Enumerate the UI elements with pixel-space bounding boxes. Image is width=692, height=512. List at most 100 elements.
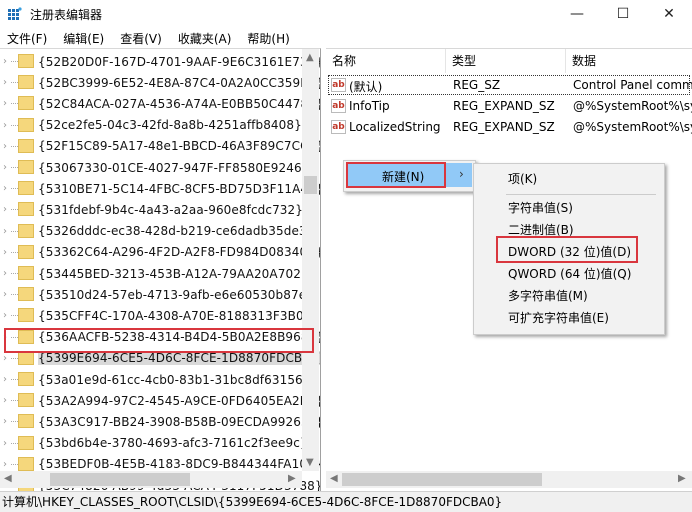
expand-arrow-icon[interactable]: › [3, 98, 11, 109]
tree-item[interactable]: › {52BC3999-6E52-4E8A-87C4-0A2A0CC359B1} [0, 72, 320, 93]
tree-connector [11, 294, 18, 296]
tree-connector [11, 421, 18, 423]
expand-arrow-icon[interactable]: › [3, 459, 11, 470]
close-button[interactable]: ✕ [646, 0, 692, 28]
tree-item[interactable]: › {53362C64-A296-4F2D-A2F8-FD984D08340B} [0, 242, 320, 263]
value-data: Control Panel comm [573, 78, 692, 92]
tree-item[interactable]: › {5310BE71-5C14-4FBC-8CF5-BD75D3F11A44} [0, 178, 320, 199]
minimize-icon: — [570, 6, 584, 22]
tree-item[interactable]: › {52F15C89-5A17-48e1-BBCD-46A3F89C7CC2} [0, 136, 320, 157]
menu-edit[interactable]: 编辑(E) [56, 30, 113, 47]
column-name[interactable]: 名称 [326, 49, 446, 73]
tree-item[interactable]: › {531fdebf-9b4c-4a43-a2aa-960e8fcdc732} [0, 199, 304, 220]
expand-arrow-icon[interactable]: › [3, 162, 11, 173]
values-horizontal-scrollbar[interactable]: ◀ ▶ [326, 471, 692, 488]
tree-vertical-scrollbar[interactable]: ▲ ▼ [302, 49, 319, 471]
expand-arrow-icon[interactable]: › [3, 374, 11, 385]
tree-item[interactable]: › {53bd6b4e-3780-4693-afc3-7161c2f3ee9c} [0, 433, 308, 454]
submenu-key[interactable]: 项(K) [508, 170, 537, 187]
expand-arrow-icon[interactable]: › [3, 226, 11, 237]
tree-item-label: {53510d24-57eb-4713-9afb-e6e60530b87e} [38, 287, 314, 302]
scroll-down-icon[interactable]: ▼ [306, 457, 314, 468]
tree-item[interactable]: › {53a01e9d-61cc-4cb0-83b1-31bc8df63156} [0, 369, 310, 390]
tree-item[interactable]: › {53A3C917-BB24-3908-B58B-09ECDA99265F} [0, 411, 320, 432]
expand-arrow-icon[interactable]: › [3, 310, 11, 321]
tree-horizontal-scrollbar[interactable]: ◀ ▶ [0, 471, 302, 488]
column-type[interactable]: 类型 [446, 49, 566, 73]
tree-item[interactable]: › {52ce2fe5-04c3-42fd-8a8b-4251affb8408} [0, 115, 302, 136]
title-bar: 注册表编辑器 — ☐ ✕ [0, 0, 692, 28]
string-value-icon: ab [331, 78, 346, 92]
scroll-up-icon[interactable]: ▲ [306, 52, 314, 63]
tree-item[interactable]: › {52C84ACA-027A-4536-A74A-E0BB50C44782} [0, 93, 320, 114]
column-data[interactable]: 数据 [566, 49, 692, 73]
value-type: REG_EXPAND_SZ [453, 99, 555, 113]
expand-arrow-icon[interactable]: › [3, 141, 11, 152]
tree-vscroll-thumb[interactable] [304, 176, 317, 194]
value-row[interactable]: ab LocalizedString REG_EXPAND_SZ @%SystemRo… [326, 117, 692, 138]
expand-arrow-icon[interactable]: › [3, 289, 11, 300]
scroll-left-icon[interactable]: ◀ [330, 473, 338, 484]
selected-key-highlight-box [4, 328, 314, 353]
expand-arrow-icon[interactable]: › [3, 395, 11, 406]
folder-icon [18, 414, 34, 429]
expand-arrow-icon[interactable]: › [3, 416, 11, 427]
maximize-button[interactable]: ☐ [600, 0, 646, 28]
values-hscroll-thumb[interactable] [342, 473, 542, 486]
tree-item[interactable]: › {53510d24-57eb-4713-9afb-e6e60530b87e} [0, 284, 314, 305]
status-bar: 计算机\HKEY_CLASSES_ROOT\CLSID\{5399E694-6C… [0, 491, 692, 512]
menu-help[interactable]: 帮助(H) [240, 30, 298, 47]
expand-arrow-icon[interactable]: › [3, 247, 11, 258]
tree-connector [11, 103, 18, 105]
tree-item-label: {531fdebf-9b4c-4a43-a2aa-960e8fcdc732} [38, 202, 304, 217]
value-row[interactable]: ab (默认) REG_SZ Control Panel comm [326, 75, 692, 96]
expand-arrow-icon[interactable]: › [3, 56, 11, 67]
submenu-multi-string-value[interactable]: 多字符串值(M) [508, 287, 588, 304]
tree-connector [11, 315, 18, 317]
expand-arrow-icon[interactable]: › [3, 438, 11, 449]
expand-arrow-icon[interactable]: › [3, 353, 11, 364]
tree-item[interactable]: › {53445BED-3213-453B-A12A-79AA20A702DC} [0, 263, 320, 284]
menu-bar: 文件(F) 编辑(E) 查看(V) 收藏夹(A) 帮助(H) [0, 28, 692, 48]
menu-view[interactable]: 查看(V) [113, 30, 171, 47]
scroll-left-icon[interactable]: ◀ [4, 473, 12, 484]
tree-item[interactable]: › {5326dddc-ec38-428d-b219-ce6dadb35de3} [0, 221, 314, 242]
tree-item-label: {53362C64-A296-4F2D-A2F8-FD984D08340B} [38, 245, 321, 260]
key-tree-pane: › {52B20D0F-167D-4701-9AAF-9E6C3161E735} ›… [0, 48, 321, 492]
folder-icon [18, 202, 34, 217]
scroll-right-icon[interactable]: ▶ [678, 473, 686, 484]
tree-item[interactable]: › {52B20D0F-167D-4701-9AAF-9E6C3161E735} [0, 51, 320, 72]
submenu-string-value[interactable]: 字符串值(S) [508, 199, 573, 216]
expand-arrow-icon[interactable]: › [3, 77, 11, 88]
menu-favorites[interactable]: 收藏夹(A) [171, 30, 241, 47]
expand-arrow-icon[interactable]: › [3, 183, 11, 194]
scroll-right-icon[interactable]: ▶ [288, 473, 296, 484]
tree-hscroll-thumb[interactable] [50, 473, 190, 486]
value-row[interactable]: ab InfoTip REG_EXPAND_SZ @%SystemRoot%\sy [326, 96, 692, 117]
tree-item-label: {52ce2fe5-04c3-42fd-8a8b-4251affb8408} [38, 118, 302, 133]
folder-icon [18, 117, 34, 132]
submenu-expandable-string-value[interactable]: 可扩充字符串值(E) [508, 309, 609, 326]
tree-item[interactable]: › {535CFF4C-170A-4308-A70E-8188313F3B08} [0, 305, 319, 326]
expand-arrow-icon[interactable]: › [3, 204, 11, 215]
tree-item-label: {535CFF4C-170A-4308-A70E-8188313F3B08} [38, 308, 320, 323]
folder-icon [18, 160, 34, 174]
folder-icon [18, 181, 34, 196]
menu-file[interactable]: 文件(F) [0, 30, 56, 47]
tree-connector [11, 230, 18, 232]
tree-connector [11, 124, 18, 126]
tree-item[interactable]: › {53067330-01CE-4027-947F-FF8580E92463} [0, 157, 317, 178]
folder-icon [18, 96, 34, 111]
folder-icon [18, 138, 34, 153]
folder-icon [18, 266, 34, 280]
tree-item-label: {52C84ACA-027A-4536-A74A-E0BB50C44782} [38, 96, 321, 111]
expand-arrow-icon[interactable]: › [3, 268, 11, 279]
expand-arrow-icon[interactable]: › [3, 120, 11, 131]
minimize-button[interactable]: — [554, 0, 600, 28]
tree-connector [11, 188, 18, 190]
value-data: @%SystemRoot%\sy [573, 99, 692, 113]
maximize-icon: ☐ [616, 6, 630, 22]
submenu-qword-value[interactable]: QWORD (64 位)值(Q) [508, 265, 631, 282]
tree-item[interactable]: › {53A2A994-97C2-4545-A9CE-0FD6405EA2B2} [0, 390, 320, 411]
regedit-app-icon [8, 7, 22, 20]
